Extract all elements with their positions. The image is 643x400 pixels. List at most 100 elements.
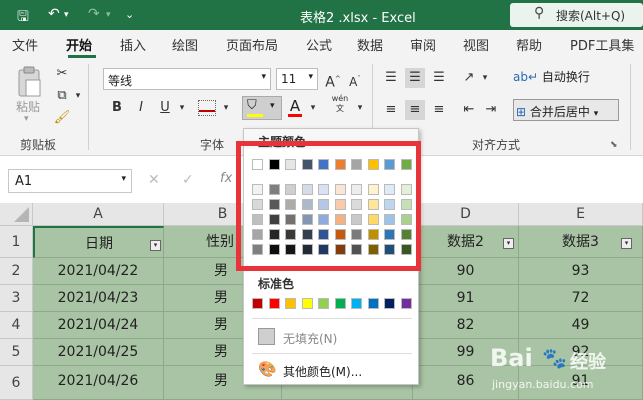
borders-dropdown-icon[interactable]: ▾ xyxy=(216,98,236,118)
italic-button[interactable]: I xyxy=(131,98,151,118)
date-cell[interactable]: 2021/04/24 xyxy=(33,312,164,339)
row-header-1[interactable]: 1 xyxy=(0,226,33,258)
fill-color-bar xyxy=(247,114,263,117)
tab-draw[interactable]: 绘图 xyxy=(172,35,198,54)
standard-color-swatch[interactable] xyxy=(318,298,329,309)
tab-pdf-tools[interactable]: PDF工具集 xyxy=(570,35,634,54)
row-header-2[interactable]: 2 xyxy=(0,258,33,285)
enter-icon[interactable]: ✓ xyxy=(182,172,194,188)
chevron-down-icon: ▾ xyxy=(270,101,275,111)
increase-indent-icon[interactable]: ⇥ xyxy=(481,100,501,120)
standard-color-swatch[interactable] xyxy=(367,298,379,309)
phonetic-icon[interactable]: wén 文 xyxy=(330,94,350,114)
filter-dropdown-icon[interactable]: ▾ xyxy=(621,238,632,249)
data3-cell[interactable]: 93 xyxy=(519,258,643,285)
header-cell-e[interactable]: 数据3 ▾ xyxy=(519,226,643,258)
tab-help[interactable]: 帮助 xyxy=(516,35,542,54)
standard-color-swatch[interactable] xyxy=(351,298,362,309)
tab-formulas[interactable]: 公式 xyxy=(306,35,332,54)
wrap-text-label: 自动换行 xyxy=(541,70,590,84)
search-box[interactable]: ⚲ 搜索(Alt+Q) xyxy=(510,3,643,27)
tab-insert[interactable]: 插入 xyxy=(120,35,146,54)
standard-color-swatch[interactable] xyxy=(400,298,412,309)
paste-icon[interactable] xyxy=(14,66,44,100)
data2-cell[interactable]: 91 xyxy=(413,285,519,312)
tab-data[interactable]: 数据 xyxy=(357,35,383,54)
data3-cell[interactable]: 72 xyxy=(519,285,643,312)
tab-view[interactable]: 视图 xyxy=(463,35,489,54)
insert-function-icon[interactable]: fx xyxy=(220,171,232,186)
no-fill-option[interactable]: 无填充(N) xyxy=(248,325,416,351)
font-color-icon[interactable]: A xyxy=(285,96,305,116)
date-cell[interactable]: 2021/04/22 xyxy=(33,258,164,285)
row-header-3[interactable]: 3 xyxy=(0,285,33,312)
merge-center-button[interactable]: ⊞ 合并后居中 ▾ xyxy=(513,99,619,121)
paint-bucket-icon: ⛉ xyxy=(247,98,257,113)
tab-file[interactable]: 文件 xyxy=(12,35,38,54)
align-center-icon[interactable]: ≡ xyxy=(405,100,425,120)
column-header-e[interactable]: E xyxy=(519,203,643,226)
underline-dropdown-icon[interactable]: ▾ xyxy=(172,98,192,118)
cut-icon[interactable]: ✂ xyxy=(52,64,72,84)
align-right-icon[interactable]: ≡ xyxy=(429,100,449,120)
more-colors-option[interactable]: 🎨 其他颜色(M)... xyxy=(248,357,416,383)
customize-toolbar-icon[interactable]: ⌄ xyxy=(125,8,134,21)
decrease-indent-icon[interactable]: ⇤ xyxy=(459,100,479,120)
redo-icon[interactable]: ↷ xyxy=(88,6,100,22)
font-color-dropdown-icon[interactable]: ▾ xyxy=(303,98,323,118)
column-header-d[interactable]: D xyxy=(413,203,519,226)
tab-page-layout[interactable]: 页面布局 xyxy=(226,35,278,54)
standard-color-swatch[interactable] xyxy=(268,298,280,309)
tab-home[interactable]: 开始 xyxy=(66,35,92,54)
row-header-6[interactable]: 6 xyxy=(0,366,33,400)
header-text-gender: 性别 xyxy=(206,234,234,250)
format-painter-icon[interactable]: 🖌 xyxy=(52,108,72,128)
font-name-select[interactable]: 等线 ▾ xyxy=(103,68,271,90)
name-box[interactable]: A1 ▾ xyxy=(8,169,132,193)
align-middle-icon[interactable]: ☰ xyxy=(405,68,425,88)
orientation-dropdown-icon[interactable]: ▾ xyxy=(475,68,495,88)
save-icon[interactable]: 🖫 xyxy=(17,6,29,30)
chevron-down-icon: ▾ xyxy=(308,72,313,82)
paste-dropdown-icon[interactable]: ▾ xyxy=(24,114,29,124)
header-cell-d[interactable]: 数据2 ▾ xyxy=(413,226,519,258)
header-cell-a[interactable]: 日期 ▾ xyxy=(33,226,164,258)
wrap-text-button[interactable]: ab↵ 自动换行 xyxy=(513,68,623,90)
select-all-corner[interactable] xyxy=(0,203,33,226)
row-header-5[interactable]: 5 xyxy=(0,339,33,366)
filter-dropdown-icon[interactable]: ▾ xyxy=(503,238,514,249)
font-group-label: 字体 xyxy=(200,138,225,152)
align-top-icon[interactable]: ☰ xyxy=(381,68,401,88)
standard-color-swatch[interactable] xyxy=(334,298,346,309)
phonetic-dropdown-icon[interactable]: ▾ xyxy=(350,98,370,118)
standard-color-swatch[interactable] xyxy=(285,298,296,309)
data2-cell[interactable]: 90 xyxy=(413,258,519,285)
fill-color-button[interactable]: ⛉ ▾ xyxy=(242,96,282,120)
standard-color-swatch[interactable] xyxy=(301,298,313,309)
align-bottom-icon[interactable]: ☰ xyxy=(429,68,449,88)
undo-dropdown-icon[interactable]: ▾ xyxy=(64,10,69,20)
data3-cell[interactable]: 49 xyxy=(519,312,643,339)
decrease-font-icon[interactable]: Aˇ xyxy=(345,69,365,89)
borders-icon[interactable] xyxy=(198,100,216,116)
copy-dropdown-icon[interactable]: ▾ xyxy=(68,86,88,106)
font-size-select[interactable]: 11 ▾ xyxy=(276,68,318,90)
dialog-launcher-icon[interactable]: ⬊ xyxy=(610,140,618,150)
align-left-icon[interactable]: ≡ xyxy=(381,100,401,120)
redo-dropdown-icon[interactable]: ▾ xyxy=(106,10,111,20)
standard-color-swatch[interactable] xyxy=(252,298,263,309)
increase-font-icon[interactable]: A^ xyxy=(323,69,343,91)
date-cell[interactable]: 2021/04/25 xyxy=(33,339,164,366)
date-cell[interactable]: 2021/04/26 xyxy=(33,366,164,400)
data2-cell[interactable]: 82 xyxy=(413,312,519,339)
column-header-a[interactable]: A xyxy=(33,203,164,226)
date-cell[interactable]: 2021/04/23 xyxy=(33,285,164,312)
bold-button[interactable]: B xyxy=(107,98,127,118)
tab-review[interactable]: 审阅 xyxy=(410,35,436,54)
row-header-4[interactable]: 4 xyxy=(0,312,33,339)
undo-icon[interactable]: ↶ xyxy=(48,6,60,22)
standard-color-swatch[interactable] xyxy=(384,298,395,309)
cancel-icon[interactable]: ✕ xyxy=(148,172,160,188)
paste-label[interactable]: 粘贴 xyxy=(16,98,40,115)
filter-sort-icon[interactable]: ▾ xyxy=(150,240,161,251)
